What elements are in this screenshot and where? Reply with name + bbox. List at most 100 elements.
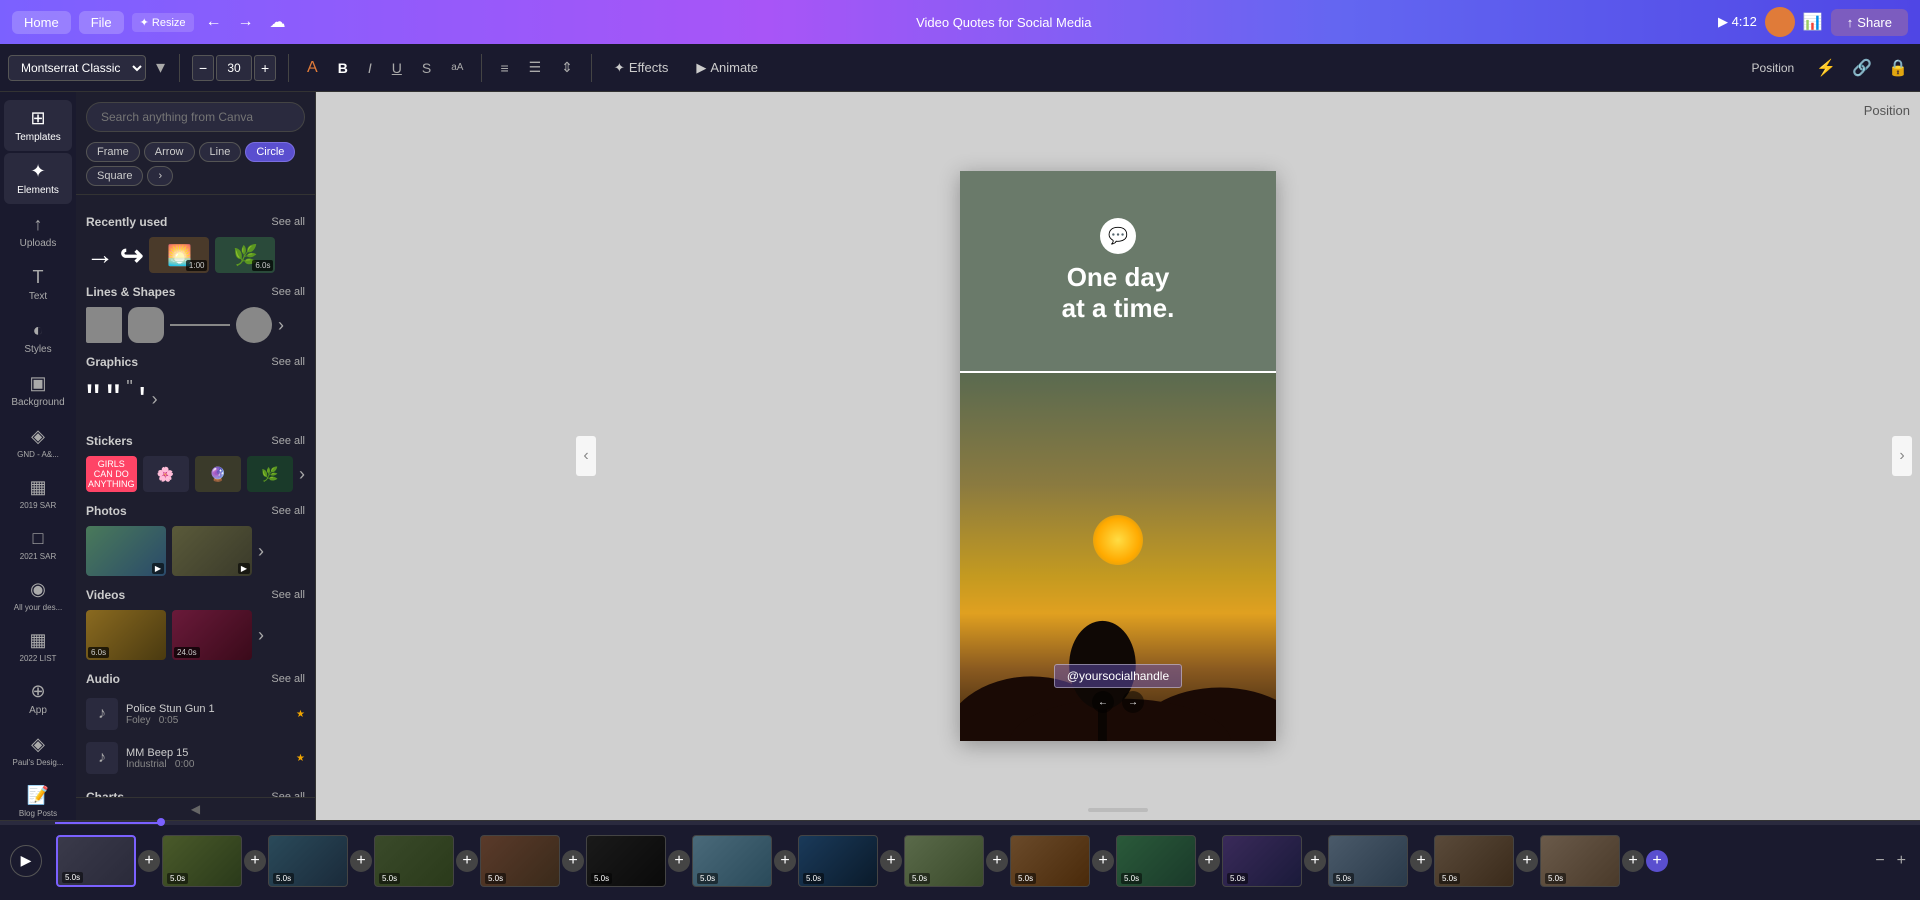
clip-add-9[interactable]: +: [1092, 850, 1114, 872]
shape-square[interactable]: [86, 307, 122, 343]
videos-chevron[interactable]: ›: [258, 625, 264, 646]
recent-arrow-2[interactable]: ↩: [120, 239, 143, 272]
graphic-quote-3[interactable]: ": [126, 377, 132, 398]
timeline-clip-10[interactable]: 5.0s: [1116, 835, 1196, 887]
recent-thumb-2[interactable]: 🌿 6.0s: [215, 237, 275, 273]
timeline-clip-8[interactable]: 5.0s: [904, 835, 984, 887]
effects-button[interactable]: ✦ Effects: [604, 56, 678, 80]
photo-thumb-2[interactable]: ▶: [172, 526, 252, 576]
filter-tab-arrow[interactable]: Arrow: [144, 142, 195, 162]
social-ctrl-left[interactable]: ←: [1092, 691, 1114, 713]
clip-add-5[interactable]: +: [668, 850, 690, 872]
filter-tab-line[interactable]: Line: [199, 142, 242, 162]
resize-button[interactable]: ✦ Resize: [132, 13, 194, 32]
filter-icon-btn[interactable]: ⚡: [1812, 54, 1840, 82]
align-button[interactable]: ≡: [494, 57, 514, 79]
lines-shapes-see-all[interactable]: See all: [271, 286, 305, 298]
video-thumb-1[interactable]: 6.0s: [86, 610, 166, 660]
user-avatar[interactable]: [1765, 7, 1795, 37]
undo-button[interactable]: ←: [202, 9, 226, 35]
clip-add-10[interactable]: +: [1198, 850, 1220, 872]
filter-tab-more[interactable]: ›: [147, 166, 173, 186]
sticker-4[interactable]: 🌿: [247, 456, 293, 492]
timeline-clip-5[interactable]: 5.0s: [586, 835, 666, 887]
font-size-decrease-button[interactable]: −: [192, 55, 214, 81]
audio-play-1[interactable]: ♪: [86, 698, 118, 730]
clip-add-11[interactable]: +: [1304, 850, 1326, 872]
sticker-1[interactable]: GIRLS CAN DO ANYTHING: [86, 456, 137, 492]
list-button[interactable]: ☰: [523, 56, 548, 79]
photo-thumb-1[interactable]: ▶: [86, 526, 166, 576]
photos-chevron[interactable]: ›: [258, 541, 264, 562]
sidebar-item-styles[interactable]: ◐ Styles: [4, 312, 72, 363]
font-size-small-button[interactable]: aA: [445, 59, 469, 76]
timeline-clip-12[interactable]: 5.0s: [1328, 835, 1408, 887]
graphics-see-all[interactable]: See all: [271, 356, 305, 368]
shape-circle[interactable]: [236, 307, 272, 343]
sidebar-item-projects[interactable]: ▦ 2019 SAR: [4, 469, 72, 518]
play-button[interactable]: ▶: [10, 845, 42, 877]
redo-button[interactable]: →: [234, 9, 258, 35]
lock-icon-btn[interactable]: 🔒: [1884, 54, 1912, 82]
timeline-clip-1[interactable]: 5.0s: [162, 835, 242, 887]
timeline-clip-13[interactable]: 5.0s: [1434, 835, 1514, 887]
videos-see-all[interactable]: See all: [271, 589, 305, 601]
social-handle-text[interactable]: @yoursocialhandle: [1054, 664, 1182, 688]
sidebar-item-text[interactable]: T Text: [4, 259, 72, 310]
file-button[interactable]: File: [79, 11, 124, 34]
font-size-increase-button[interactable]: +: [254, 55, 276, 81]
stats-icon[interactable]: 📊: [1803, 12, 1823, 32]
sidebar-item-allyour[interactable]: ◉ All your des...: [4, 571, 72, 620]
recent-thumb-1[interactable]: 🌅 1:00: [149, 237, 209, 273]
position-button[interactable]: Position: [1742, 57, 1805, 79]
social-ctrl-right[interactable]: →: [1122, 691, 1144, 713]
clip-add-13[interactable]: +: [1516, 850, 1538, 872]
filter-tab-frame[interactable]: Frame: [86, 142, 140, 162]
timeline-clip-0[interactable]: 5.0s: [56, 835, 136, 887]
italic-button[interactable]: I: [362, 57, 378, 79]
search-input[interactable]: [86, 102, 305, 132]
clip-add-2[interactable]: +: [350, 850, 372, 872]
timeline-clip-11[interactable]: 5.0s: [1222, 835, 1302, 887]
graphic-quote-2[interactable]: ": [106, 377, 120, 422]
clip-add-4[interactable]: +: [562, 850, 584, 872]
sidebar-item-background[interactable]: ▣ Background: [4, 365, 72, 416]
stickers-chevron[interactable]: ›: [299, 464, 305, 485]
filter-tab-circle[interactable]: Circle: [245, 142, 295, 162]
video-thumb-2[interactable]: 24.0s: [172, 610, 252, 660]
strikethrough-button[interactable]: S: [416, 57, 437, 79]
graphic-quote-1[interactable]: ": [86, 377, 100, 422]
cloud-save-button[interactable]: ☁: [266, 8, 290, 36]
bold-button[interactable]: B: [332, 57, 354, 79]
clip-add-0[interactable]: +: [138, 850, 160, 872]
timeline-clip-3[interactable]: 5.0s: [374, 835, 454, 887]
audio-play-2[interactable]: ♪: [86, 742, 118, 774]
clip-add-8[interactable]: +: [986, 850, 1008, 872]
sidebar-item-elements[interactable]: ✦ Elements: [4, 153, 72, 204]
shape-line[interactable]: [170, 307, 230, 343]
sidebar-item-pauldesign[interactable]: ◈ Paul's Desig...: [4, 726, 72, 775]
animate-button[interactable]: ▶ Animate: [686, 56, 768, 80]
filter-tab-square[interactable]: Square: [86, 166, 143, 186]
clip-add-7[interactable]: +: [880, 850, 902, 872]
position-panel-label[interactable]: Position: [1864, 102, 1910, 120]
panel-collapse-btn[interactable]: ◀: [76, 797, 315, 820]
share-button[interactable]: ↑ Share: [1831, 9, 1908, 36]
sidebar-item-2022[interactable]: ▦ 2022 LIST: [4, 622, 72, 671]
timeline-clip-9[interactable]: 5.0s: [1010, 835, 1090, 887]
font-family-select[interactable]: Montserrat Classic: [8, 55, 146, 81]
sidebar-item-uploads[interactable]: ↑ Uploads: [4, 206, 72, 257]
timeline-playhead[interactable]: [157, 818, 165, 826]
sticker-3[interactable]: 🔮: [195, 456, 241, 492]
canvas-scroll-right[interactable]: ›: [1892, 436, 1912, 476]
sidebar-item-frames[interactable]: □ 2021 SAR: [4, 520, 72, 569]
recent-arrow-1[interactable]: →: [86, 239, 114, 271]
home-button[interactable]: Home: [12, 11, 71, 34]
sidebar-item-app[interactable]: ⊕ App: [4, 673, 72, 724]
canvas-quote-text[interactable]: One day at a time.: [1042, 262, 1195, 324]
shapes-chevron[interactable]: ›: [278, 315, 284, 336]
sidebar-item-templates[interactable]: ⊞ Templates: [4, 100, 72, 151]
underline-button[interactable]: U: [386, 57, 408, 79]
timeline-clip-4[interactable]: 5.0s: [480, 835, 560, 887]
clip-add-6[interactable]: +: [774, 850, 796, 872]
